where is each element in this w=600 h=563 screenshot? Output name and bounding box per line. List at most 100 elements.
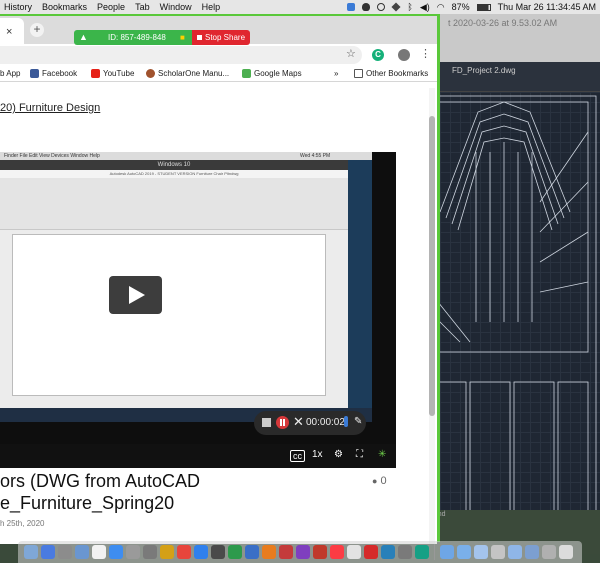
dock-app-icon[interactable] bbox=[143, 545, 157, 559]
dock-app-icon[interactable] bbox=[211, 545, 225, 559]
dock-app-icon[interactable] bbox=[41, 545, 55, 559]
autocad-drawing-canvas[interactable] bbox=[419, 92, 600, 524]
menu-status-area: ᛒ ◀) ◠ 87% Thu Mar 26 11:34:45 AM bbox=[347, 0, 596, 14]
dock-folder-icon[interactable] bbox=[525, 545, 539, 559]
menu-history[interactable]: History bbox=[4, 2, 32, 12]
dock-app-icon[interactable] bbox=[160, 545, 174, 559]
tab-close-icon[interactable]: × bbox=[6, 26, 12, 38]
post-date: h 25th, 2020 bbox=[0, 519, 45, 528]
settings-gear-icon[interactable]: ⚙ bbox=[334, 449, 343, 460]
comments-count[interactable]: ● 0 bbox=[372, 475, 387, 487]
dropbox-icon[interactable] bbox=[391, 2, 401, 12]
dock-app-icon[interactable] bbox=[415, 545, 429, 559]
autocad-file-tabs[interactable]: FD_Project 2.dwg bbox=[420, 62, 600, 92]
dock-app-icon[interactable] bbox=[279, 545, 293, 559]
bookmarks-overflow-button[interactable]: » bbox=[334, 69, 338, 78]
dock-app-icon[interactable] bbox=[92, 545, 106, 559]
dock-app-icon[interactable] bbox=[24, 545, 38, 559]
bookmark-facebook[interactable]: Facebook bbox=[30, 69, 77, 78]
bookmark-youtube[interactable]: YouTube bbox=[91, 69, 134, 78]
dock-app-icon[interactable] bbox=[126, 545, 140, 559]
shield-icon[interactable] bbox=[362, 3, 371, 11]
dock-app-icon[interactable] bbox=[194, 545, 208, 559]
bookmark-label: Facebook bbox=[42, 69, 78, 78]
menu-tab[interactable]: Tab bbox=[135, 2, 150, 12]
other-bookmarks-label: Other Bookmarks bbox=[366, 69, 429, 78]
furniture-drawing bbox=[419, 95, 597, 521]
recording-stop-button[interactable] bbox=[276, 416, 289, 429]
bookmark-star-icon[interactable]: ☆ bbox=[346, 47, 356, 60]
zoom-status-icon[interactable] bbox=[347, 3, 356, 11]
active-tab[interactable]: × bbox=[0, 18, 24, 44]
autocad-title: t 2020-03-26 at 9.53.02 AM bbox=[448, 18, 558, 28]
dock-app-icon[interactable] bbox=[109, 545, 123, 559]
page-scrollbar[interactable] bbox=[429, 88, 435, 544]
bookmark-label: b App bbox=[0, 69, 21, 78]
bluetooth-icon[interactable]: ᛒ bbox=[407, 2, 412, 12]
microphone-icon[interactable] bbox=[344, 416, 348, 427]
chrome-menu-icon[interactable]: ⋮ bbox=[420, 47, 431, 60]
dock-app-icon[interactable] bbox=[228, 545, 242, 559]
power-icon[interactable] bbox=[377, 3, 386, 11]
post-title[interactable]: ors (DWG from AutoCAD e_Furniture_Spring… bbox=[0, 470, 372, 514]
other-bookmarks[interactable]: Other Bookmarks bbox=[354, 69, 428, 78]
recording-pause-button[interactable] bbox=[262, 418, 271, 427]
dock-folder-icon[interactable] bbox=[508, 545, 522, 559]
video-player[interactable]: Finder File Edit View Devices Window Hel… bbox=[0, 152, 396, 468]
video-app-title: Autodesk AutoCAD 2019 - STUDENT VERSION … bbox=[0, 170, 348, 178]
grammarly-extension-icon[interactable]: C bbox=[372, 49, 384, 61]
new-tab-button[interactable]: + bbox=[30, 23, 44, 37]
dock-folder-icon[interactable] bbox=[474, 545, 488, 559]
dock-app-icon[interactable] bbox=[245, 545, 259, 559]
address-bar[interactable] bbox=[0, 46, 362, 64]
battery-icon[interactable] bbox=[476, 3, 491, 11]
dock-app-icon[interactable] bbox=[262, 545, 276, 559]
bookmark-google-maps[interactable]: Google Maps bbox=[242, 69, 302, 78]
autocad-titlebar: t 2020-03-26 at 9.53.02 AM bbox=[420, 14, 600, 62]
dock-folder-icon[interactable] bbox=[542, 545, 556, 559]
dock-app-icon[interactable] bbox=[330, 545, 344, 559]
recording-cancel-icon[interactable]: ✕ bbox=[293, 414, 304, 430]
stop-icon bbox=[197, 35, 202, 40]
dock-app-icon[interactable] bbox=[364, 545, 378, 559]
wifi-icon[interactable]: ◠ bbox=[437, 2, 445, 13]
dock-app-icon[interactable] bbox=[296, 545, 310, 559]
dock-folder-icon[interactable] bbox=[491, 545, 505, 559]
battery-percent[interactable]: 87% bbox=[452, 2, 470, 12]
autocad-file-tab[interactable]: FD_Project 2.dwg bbox=[452, 66, 516, 75]
stop-share-button[interactable]: Stop Share bbox=[192, 30, 250, 45]
pen-icon[interactable]: ✎ bbox=[354, 416, 362, 427]
menu-bookmarks[interactable]: Bookmarks bbox=[42, 2, 87, 12]
trash-icon[interactable] bbox=[559, 545, 573, 559]
zoom-share-toolbar: ▲ ID: 857-489-848 ■ Stop Share bbox=[74, 30, 250, 45]
zoom-meeting-id[interactable]: ▲ ID: 857-489-848 ■ bbox=[74, 30, 192, 45]
dock-folder-icon[interactable] bbox=[457, 545, 471, 559]
playback-speed-button[interactable]: 1x bbox=[312, 449, 323, 460]
menu-window[interactable]: Window bbox=[160, 2, 192, 12]
dock-app-icon[interactable] bbox=[177, 545, 191, 559]
video-autocad-app: Autodesk AutoCAD 2019 - STUDENT VERSION … bbox=[0, 170, 348, 408]
menu-clock[interactable]: Thu Mar 26 11:34:45 AM bbox=[498, 2, 596, 12]
dock-folder-icon[interactable] bbox=[440, 545, 454, 559]
profile-avatar[interactable] bbox=[398, 49, 410, 61]
volume-icon[interactable]: ◀) bbox=[420, 2, 430, 13]
bookmark-label: YouTube bbox=[103, 69, 135, 78]
bookmark-scholarone[interactable]: ScholarOne Manu... bbox=[146, 69, 229, 78]
share-arrow-icon: ▲ bbox=[79, 32, 88, 42]
scrollbar-thumb[interactable] bbox=[429, 116, 435, 416]
play-button[interactable] bbox=[109, 276, 162, 314]
fullscreen-icon[interactable]: ⛶ bbox=[356, 449, 363, 460]
dock-app-icon[interactable] bbox=[398, 545, 412, 559]
menu-help[interactable]: Help bbox=[202, 2, 221, 12]
dock-app-icon[interactable] bbox=[381, 545, 395, 559]
course-breadcrumb-link[interactable]: 20) Furniture Design bbox=[0, 102, 100, 114]
youtube-icon bbox=[91, 69, 100, 78]
dock-app-icon[interactable] bbox=[313, 545, 327, 559]
chrome-window: × + ☆ C ⋮ b App Facebook YouTube Scholar… bbox=[0, 14, 440, 544]
menu-people[interactable]: People bbox=[97, 2, 125, 12]
dock-app-icon[interactable] bbox=[58, 545, 72, 559]
captions-icon[interactable]: cc bbox=[290, 450, 305, 462]
dock-app-icon[interactable] bbox=[347, 545, 361, 559]
bookmark-app[interactable]: b App bbox=[0, 69, 20, 78]
dock-app-icon[interactable] bbox=[75, 545, 89, 559]
